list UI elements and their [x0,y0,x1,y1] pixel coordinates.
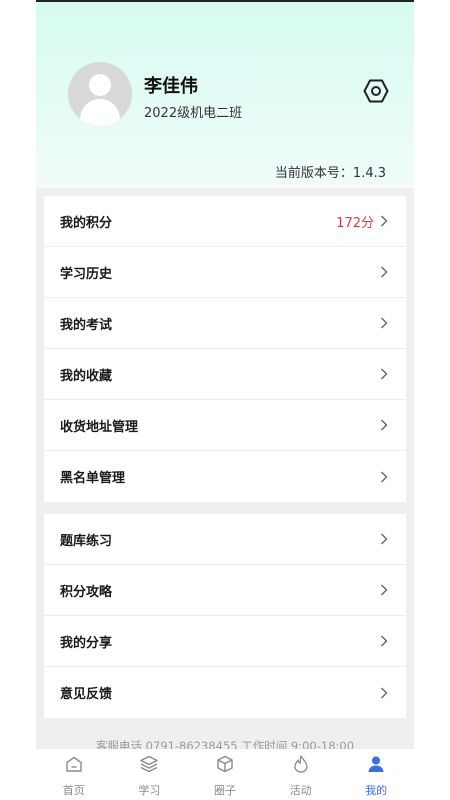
user-icon [368,756,384,772]
tab-circle[interactable]: 圈子 [187,749,263,800]
tab-label: 活动 [289,784,312,797]
chevron-right-icon [381,368,388,380]
settings-hex-icon [363,79,389,103]
menu-item-label: 我的收藏 [60,368,113,384]
menu-item-label: 黑名单管理 [60,471,126,486]
menu-item-label: 我的分享 [60,635,113,651]
menu-card-secondary: 题库练习 积分攻略 我的分享 意见反馈 [44,514,406,718]
version-label: 当前版本号：1.4.3 [274,166,386,181]
tab-activity[interactable]: 活动 [263,749,339,800]
menu-item-address[interactable]: 收货地址管理 [44,400,406,451]
layers-icon [140,755,159,773]
mine-page: 李佳伟 2022级机电二班 当前版本号：1.4.3 我的积分 172分 学习历史… [36,0,414,800]
user-name: 李佳伟 [144,76,198,97]
menu-item-label: 我的考试 [60,317,113,333]
chevron-right-icon [381,635,388,647]
menu-item-label: 意见反馈 [60,687,113,702]
chevron-right-icon [381,471,388,482]
menu-item-points-guide[interactable]: 积分攻略 [44,565,406,616]
tab-label: 圈子 [213,784,236,797]
home-icon [66,756,82,772]
menu-item-label: 积分攻略 [60,584,113,600]
menu-item-points[interactable]: 我的积分 172分 [44,196,406,247]
chevron-right-icon [381,533,388,545]
bottom-tab-bar: 首页 学习 圈子 活动 我的 [36,749,414,800]
user-class: 2022级机电二班 [144,106,243,121]
menu-card-primary: 我的积分 172分 学习历史 我的考试 我的收藏 收货地址管理 黑名单管理 [44,196,406,502]
chevron-right-icon [381,419,388,431]
settings-button[interactable] [363,78,389,104]
menu-item-label: 题库练习 [60,533,113,549]
chevron-right-icon [381,317,388,329]
avatar[interactable] [68,62,132,126]
menu-item-shares[interactable]: 我的分享 [44,616,406,667]
menu-item-favorites[interactable]: 我的收藏 [44,349,406,400]
menu-item-question-bank[interactable]: 题库练习 [44,514,406,565]
menu-item-history[interactable]: 学习历史 [44,247,406,298]
cube-icon [217,755,233,773]
menu-item-feedback[interactable]: 意见反馈 [44,667,406,718]
chevron-right-icon [381,215,388,227]
tab-home[interactable]: 首页 [36,749,112,800]
menu-item-label: 学习历史 [60,266,113,282]
menu-item-label: 我的积分 [60,215,113,231]
tab-study[interactable]: 学习 [112,749,188,800]
avatar-head [89,74,111,96]
flame-icon [293,755,308,773]
tab-label: 首页 [62,784,85,797]
tab-label: 我的 [365,784,388,797]
tab-mine[interactable]: 我的 [338,749,414,800]
points-value: 172分 [336,215,374,231]
tab-label: 学习 [138,784,161,797]
menu-item-blacklist[interactable]: 黑名单管理 [44,451,406,502]
menu-item-label: 收货地址管理 [60,419,139,435]
menu-item-exams[interactable]: 我的考试 [44,298,406,349]
chevron-right-icon [381,584,388,596]
avatar-body [80,99,120,126]
chevron-right-icon [381,266,388,278]
profile-header: 李佳伟 2022级机电二班 当前版本号：1.4.3 [36,2,414,188]
chevron-right-icon [381,687,388,698]
